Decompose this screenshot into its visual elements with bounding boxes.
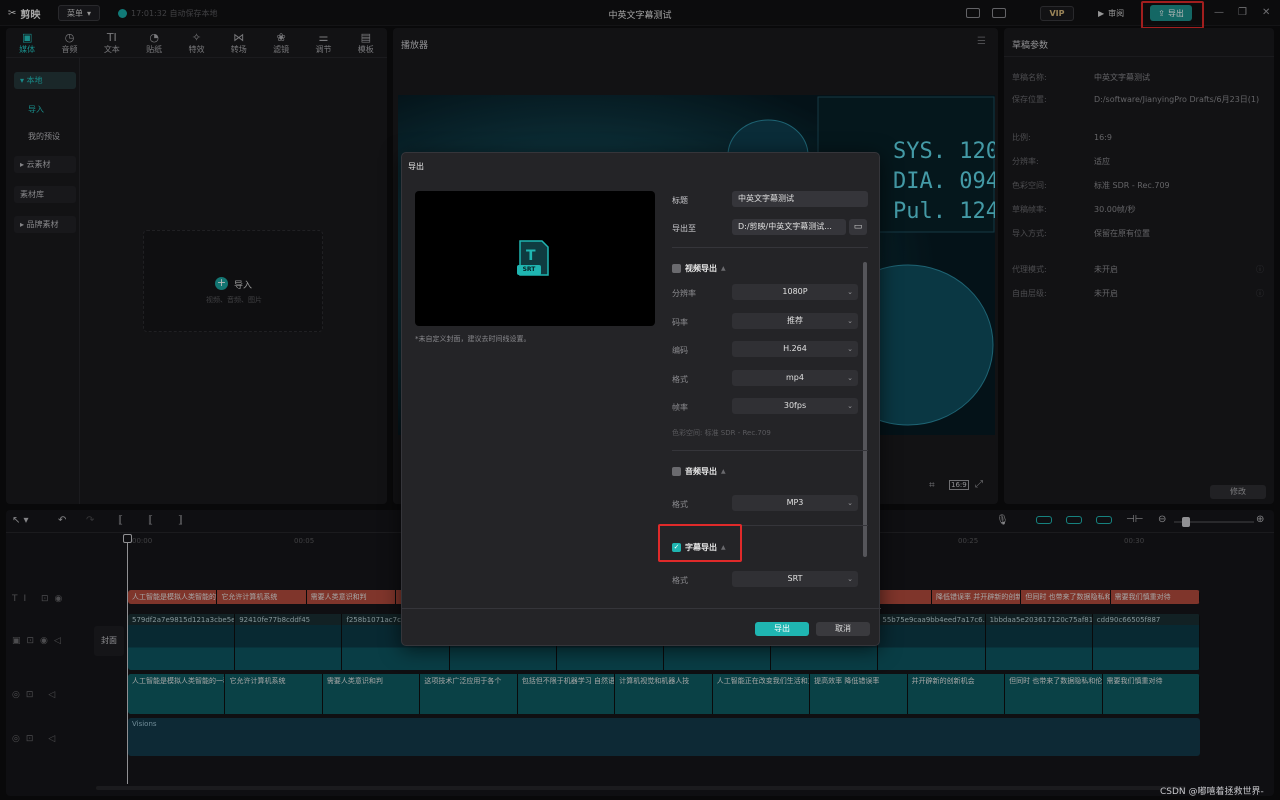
format-select[interactable]: mp4 ⌄ — [732, 370, 858, 386]
divider — [402, 608, 881, 609]
chevron-down-icon: ⌄ — [847, 374, 853, 382]
title-label: 标题 — [672, 196, 688, 205]
bitrate-label: 码率 — [672, 318, 688, 327]
srt-label: SRT — [522, 266, 536, 273]
dialog-title: 导出 — [408, 162, 424, 171]
cover-preview: T SRT — [415, 191, 655, 326]
audio-export-checkbox[interactable] — [672, 467, 681, 476]
chevron-up-icon: ▲ — [721, 265, 726, 272]
chevron-down-icon: ⌄ — [847, 499, 853, 507]
chevron-down-icon: ⌄ — [847, 317, 853, 325]
chevron-up-icon: ▲ — [721, 468, 726, 475]
video-export-checkbox[interactable] — [672, 264, 681, 273]
divider — [672, 450, 868, 451]
folder-icon[interactable]: ▭ — [849, 219, 867, 235]
divider — [672, 247, 868, 248]
svg-text:T: T — [526, 248, 536, 264]
srt-file-icon: T SRT — [517, 237, 551, 279]
chevron-up-icon: ▲ — [721, 544, 726, 551]
bitrate-select[interactable]: 推荐 ⌄ — [732, 313, 858, 329]
chevron-down-icon: ⌄ — [847, 288, 853, 296]
export-dialog: 导出 T SRT *未自定义封面，建议去时间线设置。 标题 中英文字幕测试 导出… — [401, 152, 881, 646]
resolution-label: 分辨率 — [672, 289, 696, 298]
export-button[interactable]: 导出 — [755, 622, 809, 636]
codec-select[interactable]: H.264 ⌄ — [732, 341, 858, 357]
fps-label: 帧率 — [672, 403, 688, 412]
export-to-label: 导出至 — [672, 224, 696, 233]
fps-select[interactable]: 30fps ⌄ — [732, 398, 858, 414]
dialog-scrollbar[interactable] — [863, 262, 867, 557]
subtitle-export-section[interactable]: ✓ 字幕导出 ▲ — [672, 542, 726, 553]
cover-note: *未自定义封面，建议去时间线设置。 — [415, 335, 531, 343]
colorspace-info: 色彩空间: 标准 SDR - Rec.709 — [672, 429, 771, 437]
chevron-down-icon: ⌄ — [847, 402, 853, 410]
subtitle-format-label: 格式 — [672, 576, 688, 585]
audio-export-section[interactable]: 音频导出 ▲ — [672, 466, 726, 477]
title-input[interactable]: 中英文字幕测试 — [732, 191, 868, 207]
export-path-input[interactable]: D:/剪映/中英文字幕测试... — [732, 219, 846, 235]
subtitle-format-select[interactable]: SRT ⌄ — [732, 571, 858, 587]
resolution-select[interactable]: 1080P ⌄ — [732, 284, 858, 300]
cancel-button[interactable]: 取消 — [816, 622, 870, 636]
codec-label: 编码 — [672, 346, 688, 355]
audio-format-select[interactable]: MP3 ⌄ — [732, 495, 858, 511]
subtitle-export-checkbox[interactable]: ✓ — [672, 543, 681, 552]
format-label: 格式 — [672, 375, 688, 384]
video-export-section[interactable]: 视频导出 ▲ — [672, 263, 726, 274]
audio-format-label: 格式 — [672, 500, 688, 509]
chevron-down-icon: ⌄ — [847, 345, 853, 353]
chevron-down-icon: ⌄ — [847, 575, 853, 583]
watermark: CSDN @嘟嘻着拯救世界- — [1160, 787, 1264, 797]
